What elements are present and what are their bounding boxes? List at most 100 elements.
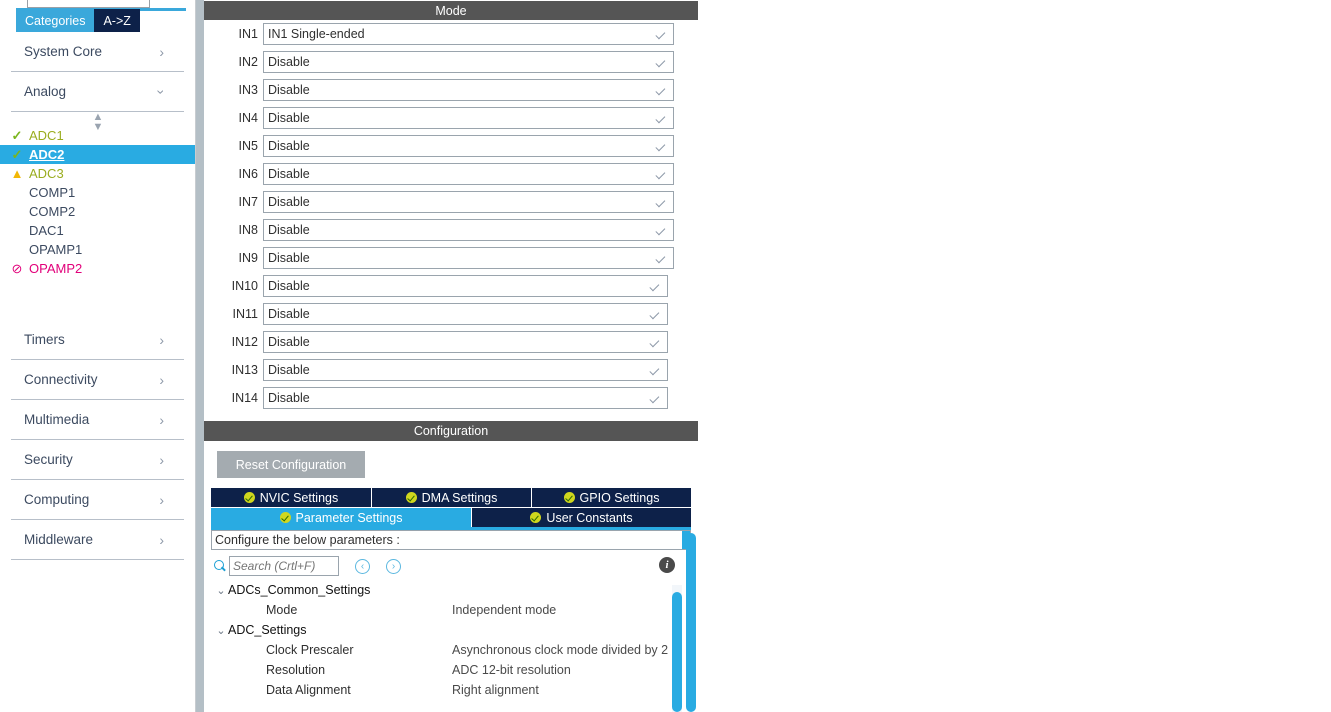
mode-select-in6[interactable]: Disable [263,163,674,185]
sidebar-item-timers[interactable]: Timers › [11,320,184,360]
sidebar-item-dac1[interactable]: DAC1 [0,221,195,240]
mode-select-in13[interactable]: Disable [263,359,668,381]
tree-group-adcs-common-settings[interactable]: ⌄ ADCs_Common_Settings [214,580,684,600]
parameter-scrollbar-thumb[interactable] [672,592,682,712]
mode-select-value: Disable [268,83,310,97]
analog-ip-list: ▲ ▼ ✓ ADC1 ✓ ADC2 ▲ ADC3 COMP1 COMP2 DAC… [0,112,195,278]
tab-label: User Constants [546,510,633,525]
category-label: System Core [24,44,103,59]
chevron-down-icon [649,337,660,348]
configuration-note: Configure the below parameters : [211,530,691,550]
ip-search-input[interactable] [27,0,150,8]
mode-row-label: IN2 [238,55,258,69]
mode-select-in9[interactable]: Disable [263,247,674,269]
parameter-value[interactable]: Asynchronous clock mode divided by 2 [452,643,668,657]
mode-row-in11: IN11 Disable [204,300,698,328]
check-icon: ✓ [11,147,23,162]
mode-select-value: Disable [268,223,310,237]
mode-row-in1: IN1 IN1 Single-ended [204,20,698,48]
chevron-down-icon [655,85,666,96]
parameter-value[interactable]: Right alignment [452,683,539,697]
sidebar-item-comp2[interactable]: COMP2 [0,202,195,221]
mode-select-in4[interactable]: Disable [263,107,674,129]
tree-row-clock-prescaler[interactable]: Clock Prescaler Asynchronous clock mode … [214,640,684,660]
chevron-right-icon: › [159,451,164,468]
tab-gpio-settings[interactable]: GPIO Settings [532,488,691,507]
tab-nvic-settings[interactable]: NVIC Settings [211,488,372,507]
sidebar-item-system-core[interactable]: System Core › [11,32,184,72]
sidebar-item-adc3[interactable]: ▲ ADC3 [0,164,195,183]
sidebar-item-analog[interactable]: Analog › [11,72,184,112]
reset-configuration-button[interactable]: Reset Configuration [217,451,365,478]
configuration-scrollbar-thumb[interactable] [686,533,696,712]
tab-user-constants[interactable]: User Constants [472,508,691,527]
mode-select-in2[interactable]: Disable [263,51,674,73]
ip-label: OPAMP1 [29,242,83,257]
sidebar-item-comp1[interactable]: COMP1 [0,183,195,202]
chevron-down-icon[interactable]: ⌄ [214,584,228,597]
mode-row-label: IN7 [238,195,258,209]
sidebar-item-opamp2[interactable]: ⊘ OPAMP2 [0,259,195,278]
tab-categories[interactable]: Categories [16,9,95,32]
chevron-down-icon [655,253,666,264]
mode-row-in9: IN9 Disable [204,244,698,272]
tab-a-to-z[interactable]: A->Z [94,9,140,32]
sidebar-item-multimedia[interactable]: Multimedia › [11,400,184,440]
sidebar-item-connectivity[interactable]: Connectivity › [11,360,184,400]
configuration-panel-title: Configuration [204,421,698,441]
info-icon[interactable]: i [659,557,675,573]
mode-panel-title: Mode [204,1,698,21]
chevron-right-icon: › [159,331,164,348]
mode-row-in3: IN3 Disable [204,76,698,104]
parameter-search-input[interactable] [229,556,339,576]
tree-row-data-alignment[interactable]: Data Alignment Right alignment [214,680,684,700]
scroll-spinner-icon[interactable]: ▲ ▼ [0,112,195,133]
parameter-value[interactable]: ADC 12-bit resolution [452,663,571,677]
search-prev-button[interactable]: ‹ [355,558,370,574]
sidebar-item-opamp1[interactable]: OPAMP1 [0,240,195,259]
mode-row-label: IN4 [238,111,258,125]
mode-row-label: IN3 [238,83,258,97]
mode-row-label: IN13 [231,363,258,377]
mode-select-in12[interactable]: Disable [263,331,668,353]
mode-select-in3[interactable]: Disable [263,79,674,101]
mode-select-in8[interactable]: Disable [263,219,674,241]
tree-row-mode[interactable]: Mode Independent mode [214,600,684,620]
ip-label: ADC1 [29,128,64,143]
category-label: Connectivity [24,372,98,387]
tab-dma-settings[interactable]: DMA Settings [372,488,532,507]
tree-group-label: ADC_Settings [228,623,307,637]
mode-select-in1[interactable]: IN1 Single-ended [263,23,674,45]
mode-select-value: Disable [268,251,310,265]
sidebar-item-computing[interactable]: Computing › [11,480,184,520]
chevron-down-icon [655,225,666,236]
mode-row-in8: IN8 Disable [204,216,698,244]
warning-icon: ▲ [10,166,24,181]
check-icon: ✓ [11,128,23,143]
mode-row-in14: IN14 Disable [204,384,698,412]
mode-select-value: Disable [268,195,310,209]
tree-group-adc-settings[interactable]: ⌄ ADC_Settings [214,620,684,640]
chevron-down-icon [655,29,666,40]
configuration-tabs-row1: NVIC Settings DMA Settings GPIO Settings [211,488,691,507]
pinout-view: STM32L496ZETx LQFP144 https://blog.csdn.… [710,0,1331,712]
mode-select-value: IN1 Single-ended [268,27,365,41]
mode-select-in14[interactable]: Disable [263,387,668,409]
sidebar-item-adc2[interactable]: ✓ ADC2 [0,145,195,164]
sidebar-item-middleware[interactable]: Middleware › [11,520,184,560]
mode-select-in10[interactable]: Disable [263,275,668,297]
search-next-button[interactable]: › [386,558,401,574]
configuration-tabs-row2: Parameter Settings User Constants [211,508,691,527]
mode-select-in5[interactable]: Disable [263,135,674,157]
tree-row-resolution[interactable]: Resolution ADC 12-bit resolution [214,660,684,680]
ip-label: DAC1 [29,223,64,238]
mode-select-in11[interactable]: Disable [263,303,668,325]
parameter-value[interactable]: Independent mode [452,603,556,617]
chevron-down-icon[interactable]: ⌄ [214,624,228,637]
mode-select-in7[interactable]: Disable [263,191,674,213]
mode-select-value: Disable [268,139,310,153]
configuration-panel: Configuration Reset Configuration NVIC S… [204,421,698,712]
category-list-bottom: Timers › Connectivity › Multimedia › Sec… [0,320,195,560]
tab-parameter-settings[interactable]: Parameter Settings [211,508,472,527]
sidebar-item-security[interactable]: Security › [11,440,184,480]
